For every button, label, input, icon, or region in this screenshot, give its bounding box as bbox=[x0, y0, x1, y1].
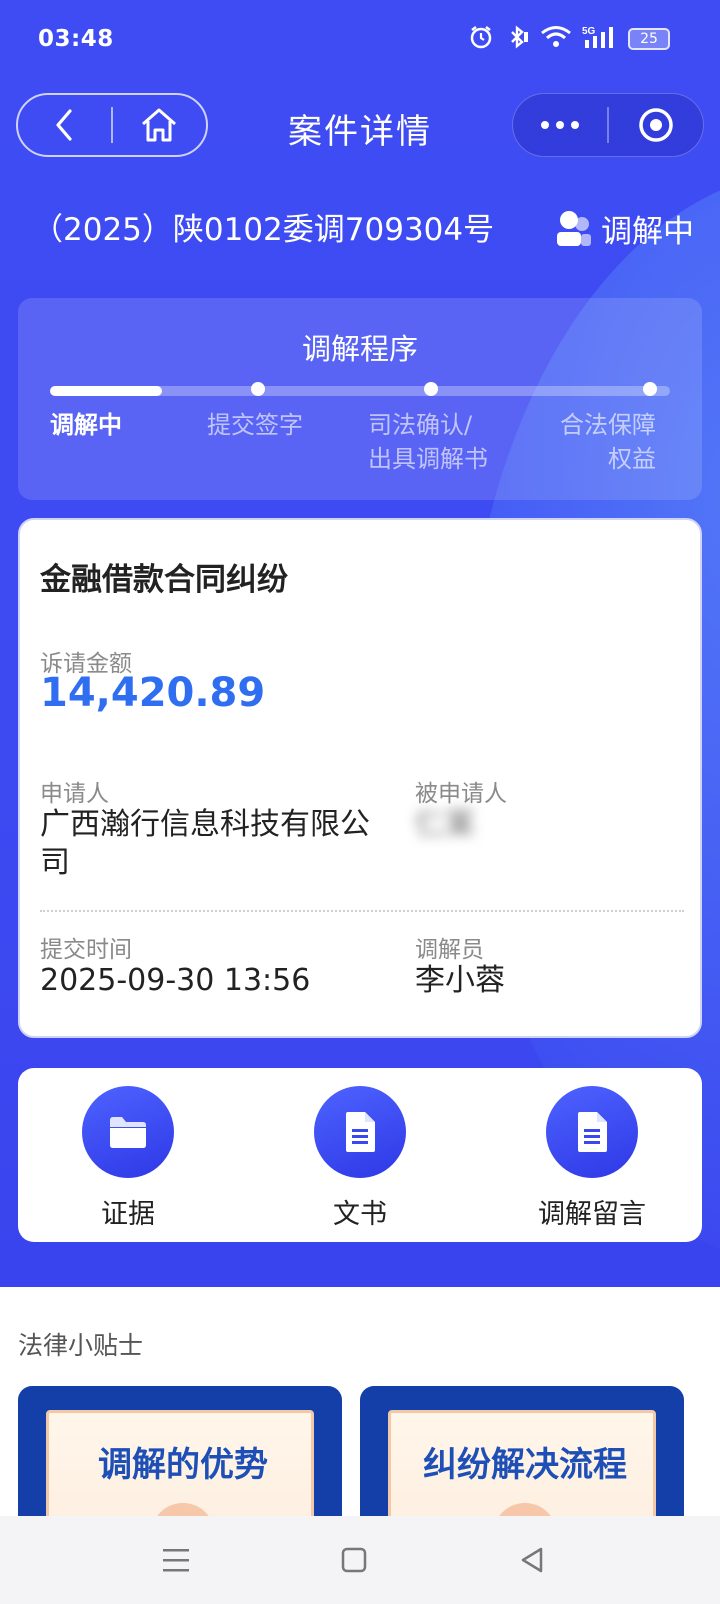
procedure-step-sign: 提交签字 bbox=[207, 411, 303, 439]
applicant-value: 广西瀚行信息科技有限公司 bbox=[40, 807, 370, 880]
procedure-panel: 调解程序 调解中 提交签字 司法确认/ 出具调解书 合法保障 权益 bbox=[18, 298, 702, 500]
case-status-label: 调解中 bbox=[601, 214, 694, 250]
target-close-icon bbox=[639, 108, 673, 142]
5g-signal-icon: 5G bbox=[582, 24, 618, 54]
square-home-icon bbox=[341, 1547, 367, 1573]
hero-background: 03:48 5G 25 案件详情 （2025）陕0102委调709304号 调解… bbox=[0, 0, 720, 1287]
nav-capsule-right bbox=[512, 93, 704, 157]
documents-button[interactable]: 文书 bbox=[270, 1086, 450, 1231]
document-icon bbox=[578, 1112, 607, 1152]
procedure-dot bbox=[643, 382, 657, 396]
more-dots-icon bbox=[541, 121, 579, 129]
applicant-label: 申请人 bbox=[40, 781, 109, 807]
status-icons: 5G 25 bbox=[468, 24, 670, 54]
action-panel: 证据 文书 调解留言 bbox=[18, 1068, 702, 1242]
card-divider bbox=[40, 910, 684, 912]
documents-label: 文书 bbox=[333, 1199, 387, 1230]
menu-icon bbox=[163, 1549, 189, 1572]
amount-value: 14,420.89 bbox=[40, 670, 266, 716]
system-nav-bar bbox=[0, 1516, 720, 1604]
case-number: （2025）陕0102委调709304号 bbox=[32, 212, 495, 248]
procedure-title: 调解程序 bbox=[301, 332, 418, 366]
alarm-icon bbox=[468, 24, 494, 54]
folder-icon bbox=[110, 1117, 146, 1148]
procedure-step-protect: 合法保障 权益 bbox=[560, 411, 656, 473]
tip-card-label: 纠纷解决流程 bbox=[423, 1445, 627, 1485]
mediation-message-button[interactable]: 调解留言 bbox=[502, 1086, 682, 1231]
procedure-track bbox=[50, 386, 670, 396]
message-icon-circle bbox=[546, 1086, 638, 1178]
tip-card-label: 调解的优势 bbox=[98, 1445, 268, 1485]
respondent-label: 被申请人 bbox=[415, 781, 507, 807]
legal-tips-title: 法律小贴士 bbox=[18, 1331, 144, 1360]
case-type: 金融借款合同纠纷 bbox=[40, 562, 288, 598]
documents-icon-circle bbox=[314, 1086, 406, 1178]
submit-time-label: 提交时间 bbox=[40, 937, 132, 963]
wifi-icon bbox=[540, 24, 572, 54]
battery-icon: 25 bbox=[628, 28, 670, 50]
status-time: 03:48 bbox=[38, 26, 114, 52]
case-status: 调解中 bbox=[555, 206, 694, 251]
status-bar: 03:48 5G 25 bbox=[0, 0, 720, 82]
triangle-back-icon bbox=[521, 1547, 543, 1573]
procedure-dot bbox=[251, 382, 265, 396]
submit-time-value: 2025-09-30 13:56 bbox=[40, 963, 311, 998]
respondent-value: 仁某 bbox=[415, 807, 475, 842]
evidence-icon-circle bbox=[82, 1086, 174, 1178]
close-button[interactable] bbox=[609, 95, 703, 155]
back-nav-button[interactable] bbox=[512, 1542, 552, 1578]
menu-nav-button[interactable] bbox=[156, 1542, 196, 1578]
evidence-label: 证据 bbox=[101, 1199, 155, 1230]
more-button[interactable] bbox=[513, 95, 607, 155]
mediation-message-label: 调解留言 bbox=[538, 1199, 646, 1230]
home-nav-button[interactable] bbox=[334, 1542, 374, 1578]
person-status-icon bbox=[557, 210, 591, 246]
evidence-button[interactable]: 证据 bbox=[38, 1086, 218, 1231]
procedure-step-mediating: 调解中 bbox=[50, 411, 122, 439]
svg-text:5G: 5G bbox=[582, 26, 596, 37]
mediator-label: 调解员 bbox=[415, 937, 484, 963]
case-info-card: 金融借款合同纠纷 诉请金额 14,420.89 申请人 广西瀚行信息科技有限公司… bbox=[18, 518, 702, 1038]
procedure-dot bbox=[424, 382, 438, 396]
procedure-progress-fill bbox=[50, 386, 162, 396]
procedure-step-confirm: 司法确认/ 出具调解书 bbox=[368, 411, 488, 473]
bluetooth-icon bbox=[504, 24, 530, 54]
document-icon bbox=[346, 1112, 375, 1152]
mediator-value: 李小蓉 bbox=[415, 963, 505, 998]
